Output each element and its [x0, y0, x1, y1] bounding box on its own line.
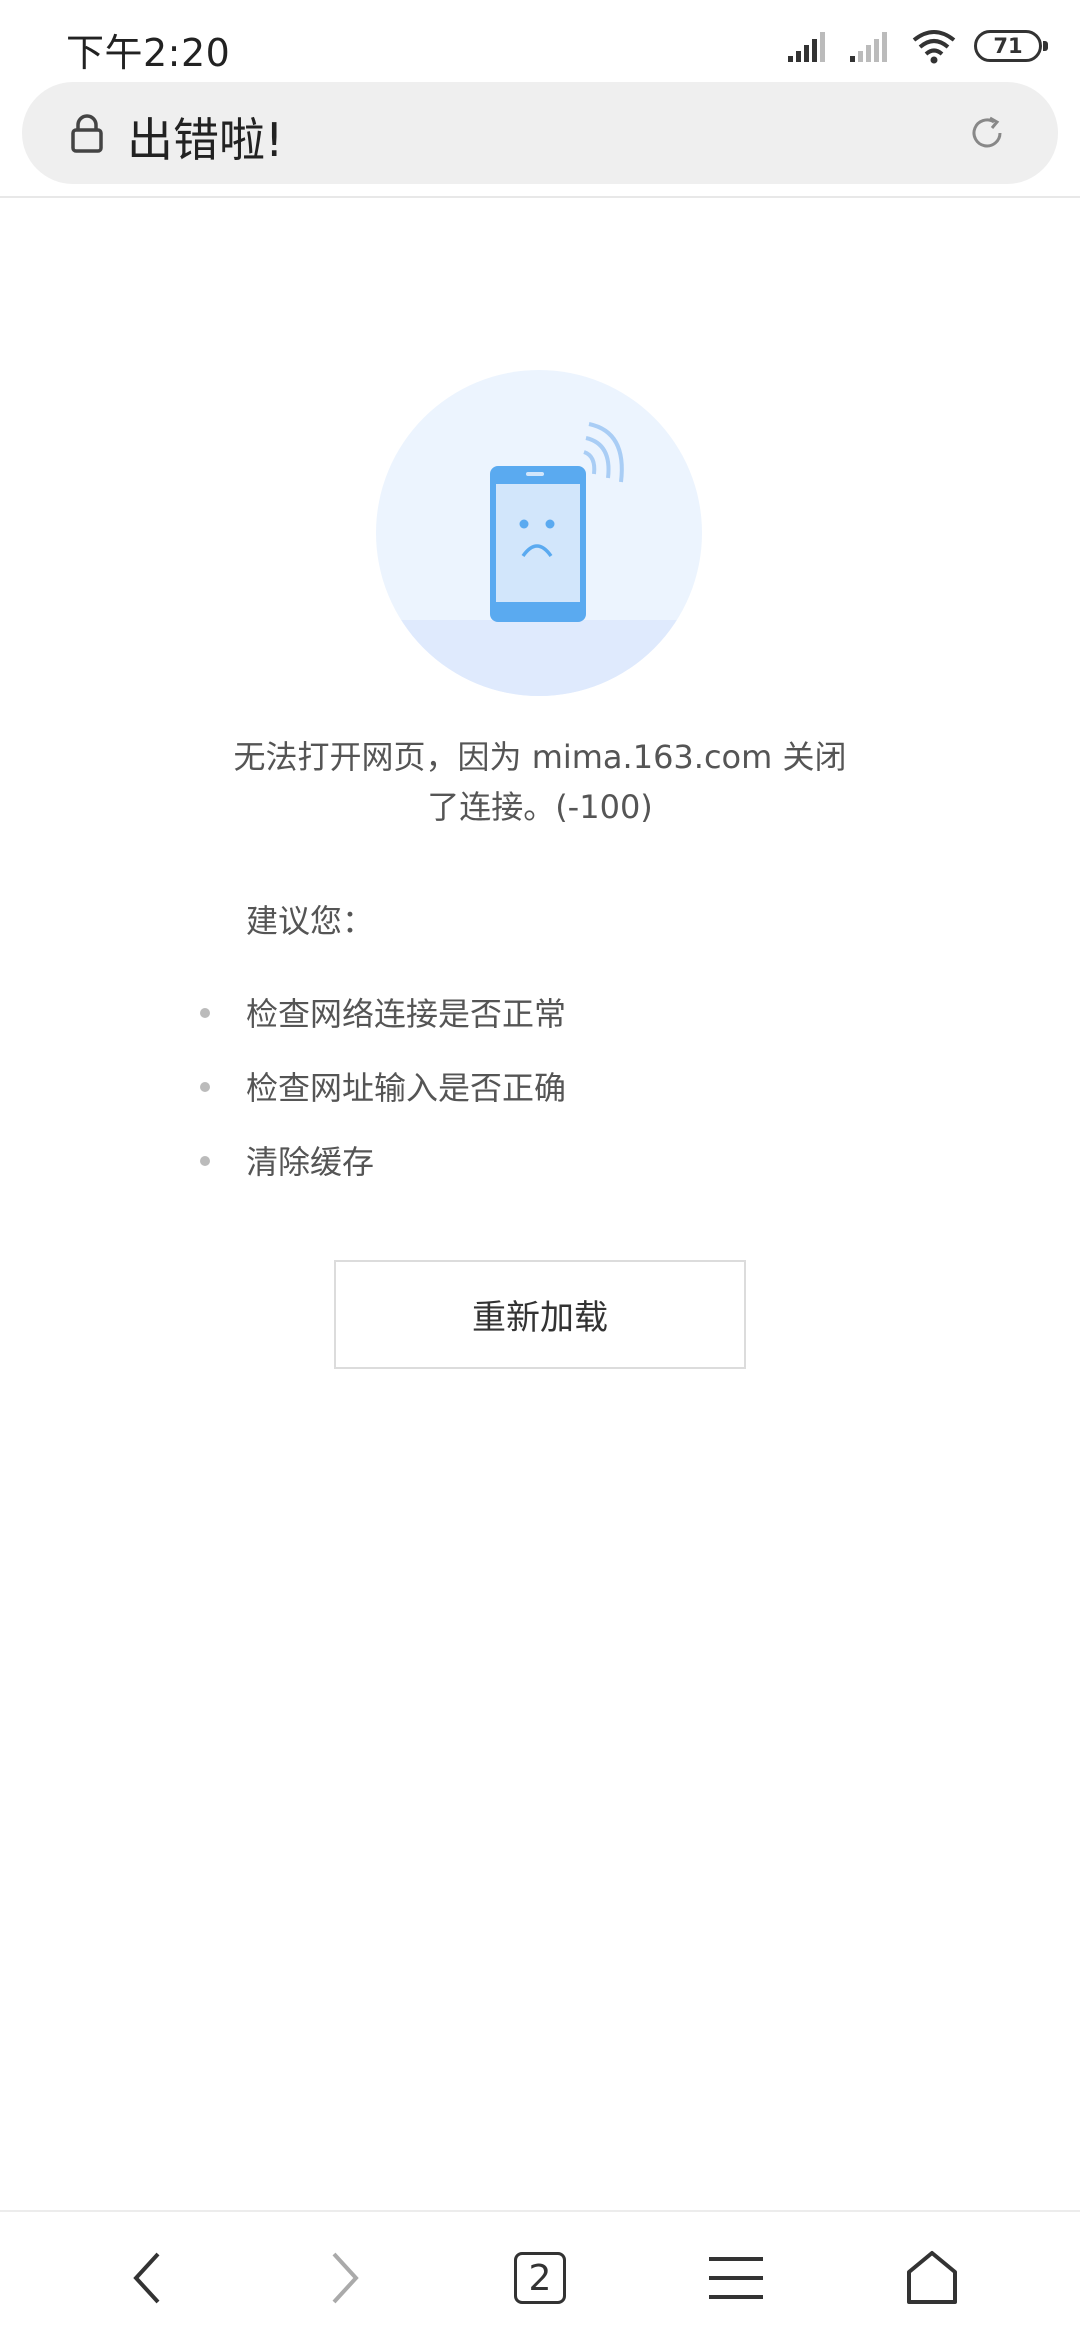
suggestion-title: 建议您： [246, 902, 375, 940]
battery-icon: 71 [974, 30, 1048, 62]
status-bar: 下午2:20 71 [0, 0, 1080, 80]
menu-icon [709, 2257, 763, 2299]
home-button[interactable] [896, 2242, 968, 2314]
suggestion-text: 检查网址输入是否正确 [246, 1069, 567, 1107]
status-time: 下午2:20 [66, 31, 231, 75]
suggestion-item: 检查网络连接是否正常 [200, 990, 566, 1064]
reload-button[interactable]: 重新加载 [334, 1260, 746, 1369]
suggestion-text: 清除缓存 [246, 1143, 375, 1181]
reload-icon[interactable] [966, 112, 1008, 154]
error-message-line1: 无法打开网页，因为 mima.163.com 关闭 [233, 738, 847, 776]
back-button[interactable] [112, 2242, 184, 2314]
suggestion-list: 检查网络连接是否正常 检查网址输入是否正确 清除缓存 [200, 990, 566, 1212]
bullet-icon [200, 1156, 210, 1166]
suggestion-item: 清除缓存 [200, 1138, 566, 1212]
bullet-icon [200, 1082, 210, 1092]
error-message: 无法打开网页，因为 mima.163.com 关闭 了连接。(-100) [200, 732, 880, 832]
address-bar[interactable]: 出错啦! [22, 82, 1058, 184]
forward-button[interactable] [308, 2242, 380, 2314]
page-title[interactable]: 出错啦! [127, 104, 283, 170]
lock-icon [71, 114, 103, 153]
top-divider [0, 196, 1080, 198]
signal-icon [788, 32, 825, 62]
signal-icon-2 [850, 32, 887, 62]
back-icon [133, 2252, 160, 2304]
suggestion-item: 检查网址输入是否正确 [200, 1064, 566, 1138]
forward-icon [332, 2252, 359, 2304]
disconnected-phone-illustration [376, 370, 702, 696]
home-icon [907, 2251, 957, 2304]
suggestion-text: 检查网络连接是否正常 [246, 995, 567, 1033]
tabs-icon: 2 [514, 2252, 566, 2304]
status-icons: 71 [788, 26, 1048, 66]
tabs-button[interactable]: 2 [504, 2242, 576, 2314]
bottom-nav: 2 [0, 2212, 1080, 2340]
bullet-icon [200, 1008, 210, 1018]
error-message-line2: 了连接。(-100) [427, 788, 653, 826]
wifi-icon [912, 30, 956, 64]
menu-button[interactable] [700, 2242, 772, 2314]
